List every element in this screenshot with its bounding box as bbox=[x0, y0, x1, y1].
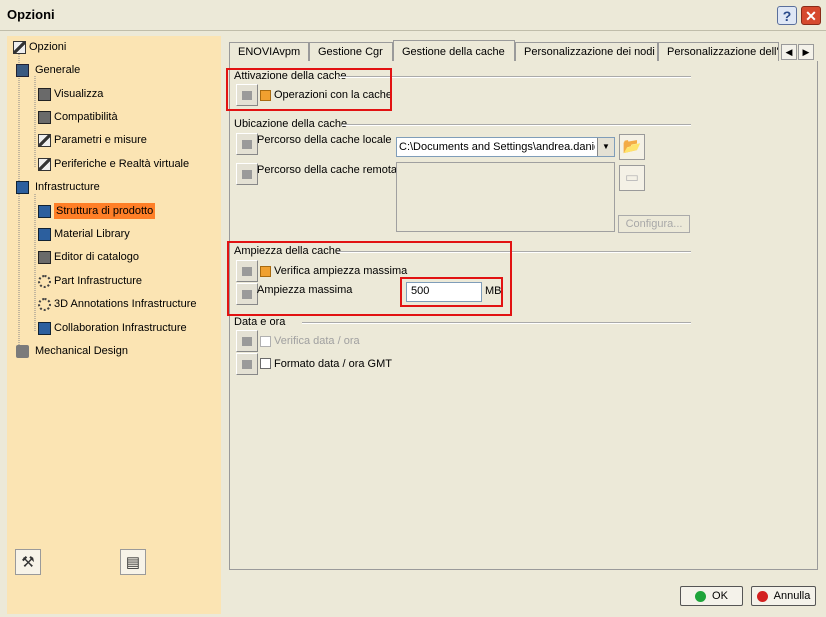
folder-icon: ▭ bbox=[624, 169, 640, 186]
reset-options-icon: ⚒ bbox=[21, 554, 35, 571]
cancel-label: Annulla bbox=[773, 590, 811, 602]
tree-item-label: Visualizza bbox=[54, 88, 104, 100]
group-label-cache-location: Ubicazione della cache bbox=[234, 118, 348, 130]
tree-item-visualizza[interactable]: Visualizza bbox=[38, 86, 103, 102]
mechanical-design-icon bbox=[16, 344, 29, 358]
group-separator bbox=[342, 124, 691, 126]
tree-item-collaboration[interactable]: Collaboration Infrastructure bbox=[38, 320, 187, 336]
tree-item-infrastructure[interactable]: Infrastructure bbox=[16, 179, 100, 195]
tree-item-label: Editor di catalogo bbox=[54, 251, 139, 263]
list-parameters-button[interactable]: ▤ bbox=[120, 549, 146, 575]
product-structure-icon bbox=[38, 204, 51, 218]
tree-item-label: Struttura di prodotto bbox=[54, 203, 156, 219]
tree-item-label: 3D Annotations Infrastructure bbox=[54, 298, 197, 310]
catalog-editor-icon bbox=[38, 250, 51, 264]
tree-item-label: Parametri e misure bbox=[54, 134, 147, 146]
material-library-icon bbox=[38, 227, 51, 241]
gmt-format-checkbox[interactable] bbox=[260, 358, 271, 369]
display-icon bbox=[38, 87, 51, 101]
cancel-button[interactable]: Annulla bbox=[751, 586, 816, 606]
part-gear-icon bbox=[38, 274, 51, 288]
browse-remote-folder-button: ▭ bbox=[619, 165, 645, 191]
tab-enoviavpm[interactable]: ENOVIAvpm bbox=[229, 42, 309, 61]
folder-open-icon: 📂 bbox=[622, 138, 642, 155]
group-separator bbox=[302, 322, 691, 324]
tree-item-editor-catalogo[interactable]: Editor di catalogo bbox=[38, 249, 139, 265]
close-button[interactable]: ✕ bbox=[801, 6, 821, 25]
tree-item-periferiche[interactable]: Periferiche e Realtà virtuale bbox=[38, 156, 189, 172]
tree-root[interactable]: Opzioni bbox=[13, 39, 66, 55]
local-path-label: Percorso della cache locale bbox=[257, 134, 392, 146]
ok-button[interactable]: OK bbox=[680, 586, 743, 606]
parameters-icon bbox=[38, 133, 51, 147]
lock-button-verify-date[interactable] bbox=[236, 330, 258, 352]
window-title: Opzioni bbox=[7, 7, 55, 22]
local-path-value: C:\Documents and Settings\andrea.danie bbox=[399, 141, 595, 153]
devices-icon bbox=[38, 157, 51, 171]
tree-item-part-infrastructure[interactable]: Part Infrastructure bbox=[38, 273, 142, 289]
tab-gestione-cgr[interactable]: Gestione Cgr bbox=[309, 42, 393, 61]
tab-scroll-right-button[interactable]: ▶ bbox=[798, 44, 814, 60]
tab-gestione-cache[interactable]: Gestione della cache bbox=[393, 40, 515, 62]
title-bar: Opzioni ? ✕ bbox=[0, 0, 826, 31]
tree-item-label: Material Library bbox=[54, 228, 130, 240]
tree-item-label: Compatibilità bbox=[54, 111, 118, 123]
local-path-combobox[interactable]: C:\Documents and Settings\andrea.danie ▼ bbox=[396, 137, 615, 157]
help-button[interactable]: ? bbox=[777, 6, 797, 25]
lock-button-local-path[interactable] bbox=[236, 133, 258, 155]
highlight-max-size-input bbox=[400, 277, 503, 307]
ok-icon bbox=[695, 590, 707, 602]
list-parameters-icon: ▤ bbox=[125, 554, 141, 571]
browse-local-folder-button[interactable]: 📂 bbox=[619, 134, 645, 160]
highlight-cache-activation bbox=[226, 68, 392, 111]
tree-item-struttura-prodotto[interactable]: Struttura di prodotto bbox=[38, 203, 156, 219]
gmt-format-label: Formato data / ora GMT bbox=[274, 358, 392, 370]
lock-button-remote-path[interactable] bbox=[236, 163, 258, 185]
infrastructure-icon bbox=[16, 180, 29, 194]
group-label-date-time: Data e ora bbox=[234, 316, 286, 328]
ok-label: OK bbox=[712, 590, 728, 602]
annotations-icon bbox=[38, 297, 51, 311]
tab-personalizzazione-altro[interactable]: Personalizzazione dell'a bbox=[658, 42, 779, 61]
tree-item-label: Mechanical Design bbox=[35, 345, 128, 357]
tree-item-label: Periferiche e Realtà virtuale bbox=[54, 158, 190, 170]
tree-item-generale[interactable]: Generale bbox=[16, 62, 80, 78]
compatibility-icon bbox=[38, 110, 51, 124]
reset-options-button[interactable]: ⚒ bbox=[15, 549, 41, 575]
tree-item-label: Infrastructure bbox=[35, 181, 100, 193]
verify-date-label: Verifica data / ora bbox=[274, 335, 360, 347]
remote-path-label: Percorso della cache remota bbox=[257, 164, 398, 176]
tree-item-parametri[interactable]: Parametri e misure bbox=[38, 132, 147, 148]
tree-item-mechanical-design[interactable]: Mechanical Design bbox=[16, 343, 128, 359]
options-tree: Opzioni Generale Visualizza Compatibilit… bbox=[7, 36, 221, 614]
tree-item-label: Collaboration Infrastructure bbox=[54, 322, 187, 334]
collaboration-icon bbox=[38, 321, 51, 335]
tab-scroll-left-button[interactable]: ◀ bbox=[781, 44, 797, 60]
tree-item-label: Generale bbox=[35, 64, 81, 76]
arrow-right-icon: ▶ bbox=[802, 47, 810, 57]
tree-root-label: Opzioni bbox=[29, 41, 67, 53]
remote-path-list[interactable] bbox=[396, 162, 615, 232]
cancel-icon bbox=[756, 590, 768, 602]
lock-button-gmt-format[interactable] bbox=[236, 353, 258, 375]
tree-item-material-library[interactable]: Material Library bbox=[38, 226, 130, 242]
chevron-down-icon[interactable]: ▼ bbox=[597, 138, 614, 156]
configure-button: Configura... bbox=[618, 215, 690, 233]
options-root-icon bbox=[13, 40, 26, 54]
chip-icon bbox=[16, 63, 29, 77]
verify-date-checkbox bbox=[260, 336, 271, 347]
tree-item-label: Part Infrastructure bbox=[54, 275, 143, 287]
tab-strip: ENOVIAvpm Gestione Cgr Gestione della ca… bbox=[229, 40, 779, 62]
tree-item-3d-annotations[interactable]: 3D Annotations Infrastructure bbox=[38, 296, 196, 312]
tab-personalizzazione-nodi[interactable]: Personalizzazione dei nodi bbox=[515, 42, 658, 61]
tree-item-compatibilita[interactable]: Compatibilità bbox=[38, 109, 118, 125]
arrow-left-icon: ◀ bbox=[785, 47, 793, 57]
